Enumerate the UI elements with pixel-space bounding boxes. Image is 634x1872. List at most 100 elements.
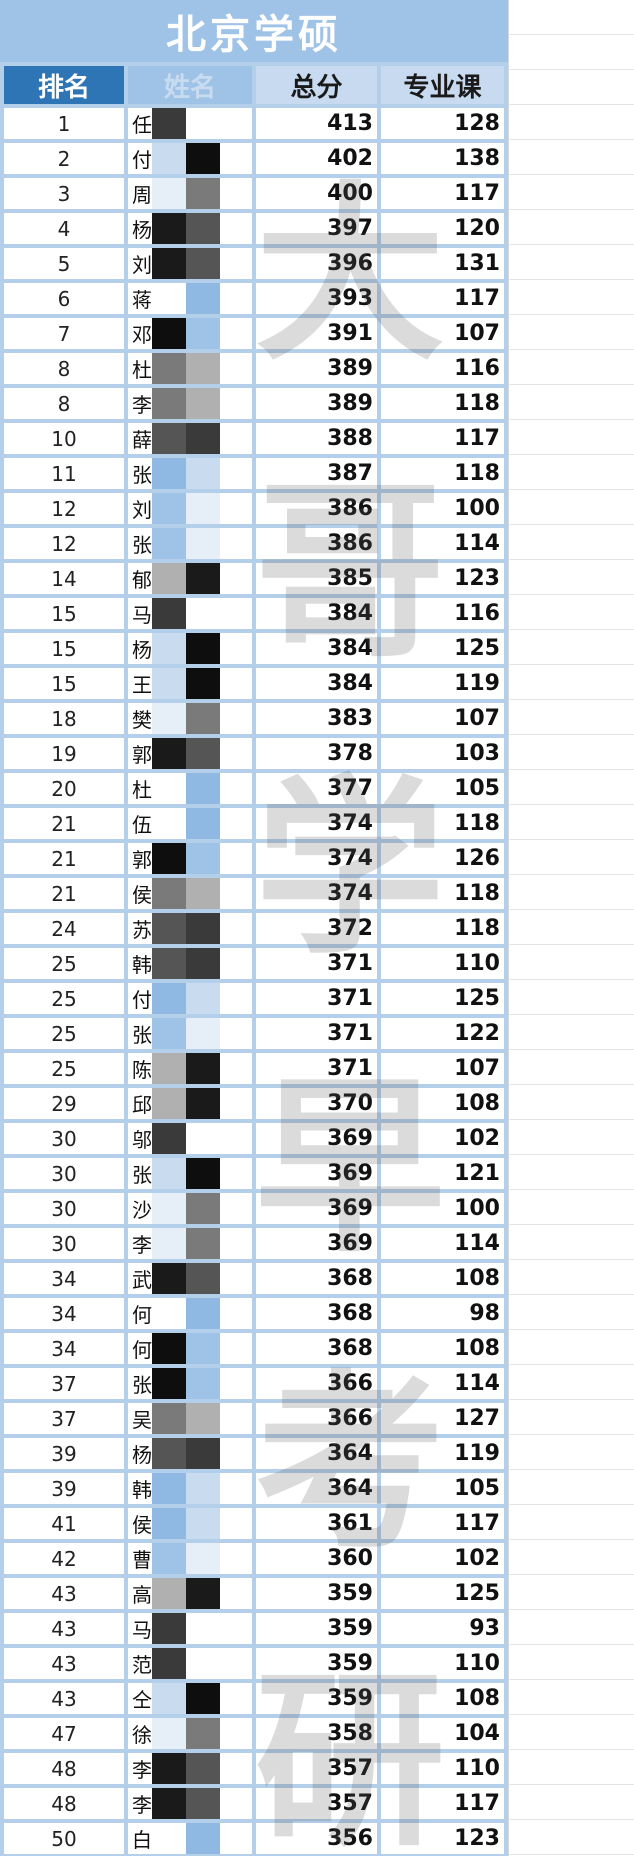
cell-name[interactable]: 邱 <box>128 1088 252 1119</box>
cell-major-score[interactable]: 119 <box>381 1438 504 1469</box>
table-row[interactable]: 25 韩 371 110 <box>0 948 508 979</box>
cell-total-score[interactable]: 366 <box>256 1403 377 1434</box>
cell-rank[interactable]: 2 <box>4 143 124 174</box>
table-row[interactable]: 41 侯 361 117 <box>0 1508 508 1539</box>
table-row[interactable]: 30 邬 369 102 <box>0 1123 508 1154</box>
table-row[interactable]: 15 王 384 119 <box>0 668 508 699</box>
cell-rank[interactable]: 21 <box>4 808 124 839</box>
cell-rank[interactable]: 21 <box>4 843 124 874</box>
table-row[interactable]: 25 付 371 125 <box>0 983 508 1014</box>
cell-name[interactable]: 张 <box>128 1018 252 1049</box>
cell-rank[interactable]: 34 <box>4 1298 124 1329</box>
cell-name[interactable]: 薛 <box>128 423 252 454</box>
cell-name[interactable]: 仝 <box>128 1683 252 1714</box>
cell-major-score[interactable]: 105 <box>381 773 504 804</box>
cell-major-score[interactable]: 105 <box>381 1473 504 1504</box>
cell-rank[interactable]: 8 <box>4 353 124 384</box>
table-row[interactable]: 37 吴 366 127 <box>0 1403 508 1434</box>
cell-total-score[interactable]: 364 <box>256 1473 377 1504</box>
cell-rank[interactable]: 15 <box>4 668 124 699</box>
cell-name[interactable]: 范 <box>128 1648 252 1679</box>
table-row[interactable]: 21 郭 374 126 <box>0 843 508 874</box>
cell-name[interactable]: 曹 <box>128 1543 252 1574</box>
cell-rank[interactable]: 10 <box>4 423 124 454</box>
cell-rank[interactable]: 48 <box>4 1753 124 1784</box>
cell-name[interactable]: 刘 <box>128 493 252 524</box>
cell-major-score[interactable]: 114 <box>381 1228 504 1259</box>
cell-name[interactable]: 周 <box>128 178 252 209</box>
table-row[interactable]: 21 侯 374 118 <box>0 878 508 909</box>
table-row[interactable]: 3 周 400 117 <box>0 178 508 209</box>
cell-rank[interactable]: 14 <box>4 563 124 594</box>
table-row[interactable]: 43 高 359 125 <box>0 1578 508 1609</box>
cell-major-score[interactable]: 117 <box>381 178 504 209</box>
cell-total-score[interactable]: 393 <box>256 283 377 314</box>
cell-rank[interactable]: 5 <box>4 248 124 279</box>
cell-name[interactable]: 蒋 <box>128 283 252 314</box>
table-row[interactable]: 43 马 359 93 <box>0 1613 508 1644</box>
cell-total-score[interactable]: 369 <box>256 1123 377 1154</box>
cell-name[interactable]: 苏 <box>128 913 252 944</box>
cell-major-score[interactable]: 104 <box>381 1718 504 1749</box>
cell-total-score[interactable]: 384 <box>256 633 377 664</box>
cell-major-score[interactable]: 118 <box>381 458 504 489</box>
cell-major-score[interactable]: 102 <box>381 1543 504 1574</box>
cell-name[interactable]: 张 <box>128 528 252 559</box>
cell-name[interactable]: 侯 <box>128 1508 252 1539</box>
table-row[interactable]: 19 郭 378 103 <box>0 738 508 769</box>
cell-rank[interactable]: 42 <box>4 1543 124 1574</box>
cell-name[interactable]: 韩 <box>128 1473 252 1504</box>
cell-rank[interactable]: 43 <box>4 1683 124 1714</box>
cell-major-score[interactable]: 117 <box>381 423 504 454</box>
cell-rank[interactable]: 25 <box>4 983 124 1014</box>
table-row[interactable]: 18 樊 383 107 <box>0 703 508 734</box>
cell-rank[interactable]: 6 <box>4 283 124 314</box>
cell-rank[interactable]: 30 <box>4 1193 124 1224</box>
cell-rank[interactable]: 34 <box>4 1333 124 1364</box>
cell-total-score[interactable]: 413 <box>256 108 377 139</box>
cell-rank[interactable]: 25 <box>4 948 124 979</box>
cell-rank[interactable]: 37 <box>4 1368 124 1399</box>
cell-name[interactable]: 任 <box>128 108 252 139</box>
cell-name[interactable]: 张 <box>128 1368 252 1399</box>
cell-total-score[interactable]: 374 <box>256 808 377 839</box>
table-row[interactable]: 11 张 387 118 <box>0 458 508 489</box>
table-row[interactable]: 34 何 368 108 <box>0 1333 508 1364</box>
cell-name[interactable]: 李 <box>128 388 252 419</box>
cell-rank[interactable]: 30 <box>4 1228 124 1259</box>
table-row[interactable]: 1 任 413 128 <box>0 108 508 139</box>
cell-major-score[interactable]: 138 <box>381 143 504 174</box>
cell-major-score[interactable]: 98 <box>381 1298 504 1329</box>
table-row[interactable]: 39 韩 364 105 <box>0 1473 508 1504</box>
cell-major-score[interactable]: 123 <box>381 1823 504 1854</box>
cell-name[interactable]: 韩 <box>128 948 252 979</box>
table-row[interactable]: 39 杨 364 119 <box>0 1438 508 1469</box>
cell-total-score[interactable]: 371 <box>256 1053 377 1084</box>
cell-name[interactable]: 马 <box>128 1613 252 1644</box>
table-row[interactable]: 21 伍 374 118 <box>0 808 508 839</box>
cell-major-score[interactable]: 108 <box>381 1333 504 1364</box>
cell-name[interactable]: 马 <box>128 598 252 629</box>
cell-total-score[interactable]: 369 <box>256 1193 377 1224</box>
cell-major-score[interactable]: 110 <box>381 1753 504 1784</box>
cell-major-score[interactable]: 107 <box>381 1053 504 1084</box>
cell-rank[interactable]: 48 <box>4 1788 124 1819</box>
cell-rank[interactable]: 30 <box>4 1123 124 1154</box>
cell-rank[interactable]: 43 <box>4 1613 124 1644</box>
cell-total-score[interactable]: 391 <box>256 318 377 349</box>
cell-major-score[interactable]: 125 <box>381 1578 504 1609</box>
cell-major-score[interactable]: 108 <box>381 1263 504 1294</box>
table-row[interactable]: 34 何 368 98 <box>0 1298 508 1329</box>
cell-major-score[interactable]: 117 <box>381 1508 504 1539</box>
cell-total-score[interactable]: 361 <box>256 1508 377 1539</box>
cell-major-score[interactable]: 125 <box>381 633 504 664</box>
cell-rank[interactable]: 7 <box>4 318 124 349</box>
cell-rank[interactable]: 24 <box>4 913 124 944</box>
cell-rank[interactable]: 3 <box>4 178 124 209</box>
cell-total-score[interactable]: 397 <box>256 213 377 244</box>
cell-name[interactable]: 邓 <box>128 318 252 349</box>
cell-rank[interactable]: 8 <box>4 388 124 419</box>
cell-name[interactable]: 何 <box>128 1333 252 1364</box>
cell-major-score[interactable]: 119 <box>381 668 504 699</box>
cell-name[interactable]: 郁 <box>128 563 252 594</box>
